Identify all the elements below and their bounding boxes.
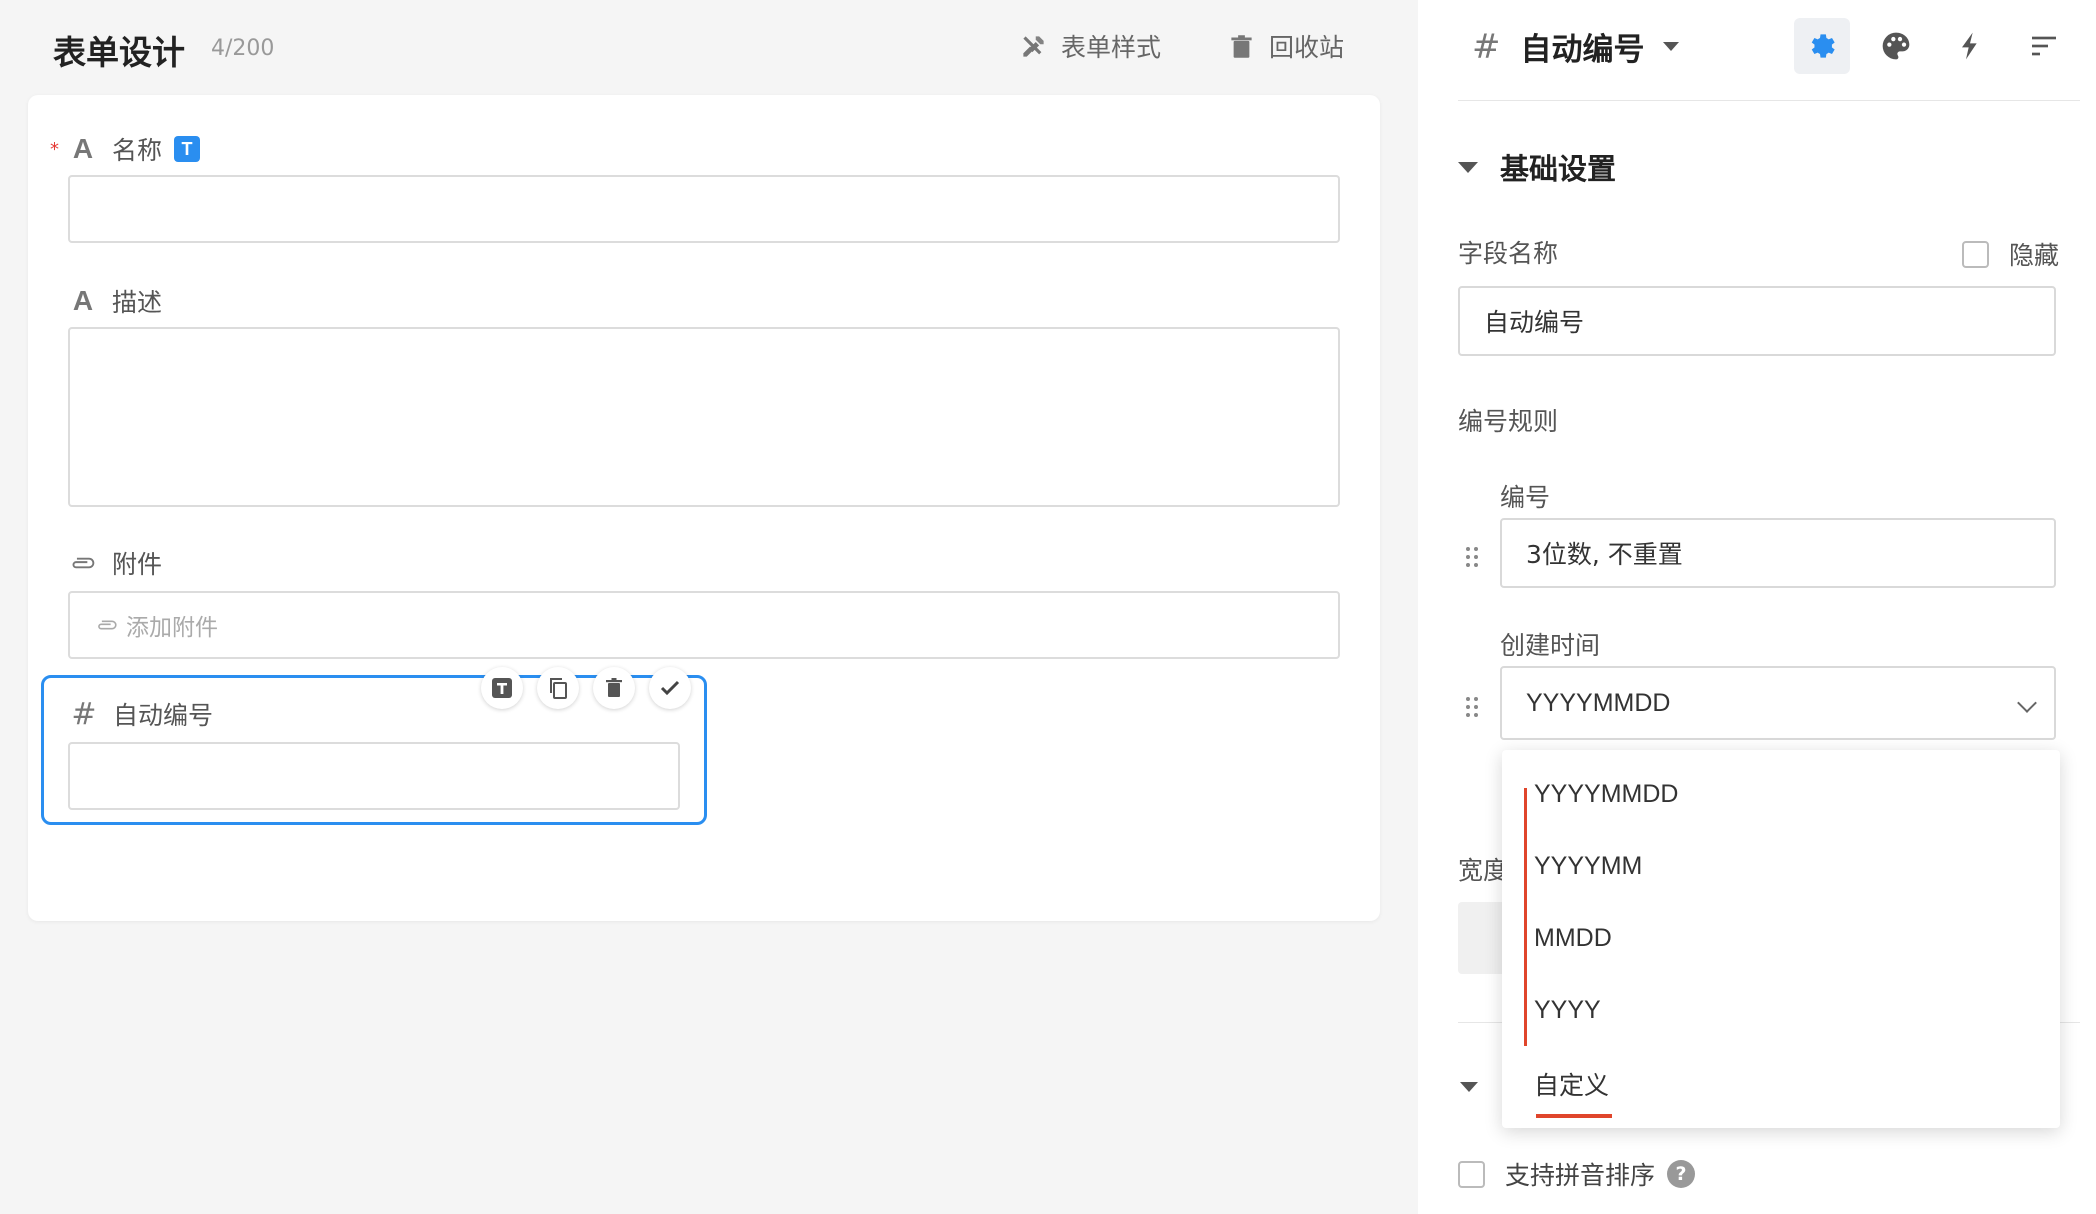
copy-field-button[interactable]	[537, 667, 579, 709]
dropdown-option[interactable]: YYYYMMDD	[1534, 780, 1678, 809]
form-canvas: * A 名称 T A 描述 附件 添加附件 # 自动编号	[28, 95, 1380, 921]
recycle-bin-button[interactable]: 回收站	[1228, 28, 1344, 64]
palette-icon	[1882, 32, 1910, 60]
field-label-text: 名称	[112, 136, 163, 165]
dropdown-option-custom[interactable]: 自定义	[1534, 1066, 1609, 1102]
field-label-name: A 名称 T	[70, 131, 201, 167]
pinyin-sort-option[interactable]: 支持拼音排序 ?	[1458, 1156, 1696, 1192]
app-root: 表单设计 4/200 表单样式 回收站 * A 名称 T A 描述 附件 添加附…	[0, 0, 2096, 1214]
field-count: 4/200	[211, 36, 275, 61]
recycle-bin-label: 回收站	[1269, 33, 1345, 62]
copy-icon	[550, 678, 567, 699]
field-label-text: 附件	[112, 550, 163, 579]
confirm-field-button[interactable]	[649, 667, 691, 709]
hash-icon: #	[71, 696, 97, 732]
required-mark: *	[50, 139, 59, 160]
width-label: 宽度	[1458, 856, 1509, 885]
field-name-label: 字段名称	[1458, 239, 1559, 268]
page-title: 表单设计	[53, 33, 185, 72]
numbering-rule-label: 编号规则	[1458, 407, 1559, 436]
collapse-triangle-icon	[1458, 161, 1478, 173]
attachment-placeholder: 添加附件	[126, 615, 218, 641]
caret-down-icon	[1662, 42, 1679, 51]
field-label-text: 自动编号	[113, 701, 214, 730]
field-label-description: A 描述	[70, 283, 162, 319]
delete-field-button[interactable]	[593, 667, 635, 709]
hash-icon: #	[1472, 26, 1501, 67]
tools-icon	[1023, 35, 1044, 57]
number-label: 编号	[1500, 483, 1551, 512]
annotation-bar	[1524, 788, 1527, 1046]
dropdown-option[interactable]: YYYYMM	[1534, 852, 1642, 881]
tab-style[interactable]	[1868, 18, 1924, 74]
field-type-label: 自动编号	[1520, 32, 1645, 68]
dropdown-option[interactable]: MMDD	[1534, 924, 1612, 953]
panel-tabs	[1794, 18, 2072, 74]
add-attachment-input[interactable]: 添加附件	[68, 591, 1340, 659]
auto-number-input[interactable]	[68, 742, 680, 810]
hide-field-checkbox[interactable]: 隐藏	[1962, 236, 2059, 272]
text-type-icon: A	[72, 285, 94, 316]
created-time-dropdown: YYYYMMDD YYYYMM MMDD YYYY 自定义	[1502, 750, 2060, 1128]
form-designer-area: 表单设计 4/200 表单样式 回收站 * A 名称 T A 描述 附件 添加附…	[0, 0, 1418, 1214]
field-label-auto-number: # 自动编号	[71, 696, 213, 732]
pinyin-label: 支持拼音排序	[1505, 1161, 1656, 1190]
dropdown-option[interactable]: YYYY	[1534, 996, 1601, 1025]
annotation-underline	[1536, 1114, 1612, 1118]
trash-icon	[606, 678, 622, 697]
title-field-badge: T	[174, 136, 201, 162]
tab-automation[interactable]	[1942, 18, 1998, 74]
field-toolbar	[481, 667, 691, 709]
section-basic-settings[interactable]: 基础设置	[1458, 146, 1616, 188]
checkbox-box[interactable]	[1962, 240, 1989, 268]
set-title-button[interactable]	[481, 667, 523, 709]
section-title-text: 基础设置	[1500, 152, 1617, 186]
form-style-label: 表单样式	[1061, 33, 1162, 62]
lightning-icon	[1962, 32, 1977, 60]
field-type-selector[interactable]: # 自动编号	[1472, 24, 1679, 69]
created-time-select[interactable]: YYYYMMDD	[1500, 666, 2056, 740]
field-name-input[interactable]: 自动编号	[1458, 286, 2056, 356]
field-label-attachment: 附件	[70, 545, 162, 581]
text-type-icon: A	[72, 133, 94, 164]
title-t-icon	[492, 678, 512, 698]
paperclip-icon	[98, 620, 117, 630]
checkbox-box[interactable]	[1458, 1160, 1485, 1188]
drag-handle-icon[interactable]	[1466, 697, 1478, 717]
created-time-value: YYYYMMDD	[1526, 688, 1671, 717]
help-icon[interactable]: ?	[1667, 1160, 1696, 1188]
header-divider	[1458, 100, 2080, 101]
tab-sort[interactable]	[2016, 18, 2072, 74]
number-rule-input[interactable]: 3位数, 不重置	[1500, 518, 2056, 588]
trash-icon	[1231, 34, 1252, 58]
form-style-button[interactable]: 表单样式	[1020, 28, 1161, 64]
drag-handle-icon[interactable]	[1466, 547, 1478, 567]
hide-label: 隐藏	[2009, 241, 2060, 270]
collapse-triangle-icon[interactable]	[1460, 1082, 1478, 1092]
name-input[interactable]	[68, 175, 1340, 243]
gear-icon	[1811, 34, 1835, 58]
tab-settings[interactable]	[1794, 18, 1850, 74]
check-icon	[660, 680, 680, 696]
chevron-down-icon	[2017, 693, 2037, 713]
created-time-label: 创建时间	[1500, 631, 1601, 660]
field-label-text: 描述	[112, 288, 163, 317]
sort-lines-icon	[2032, 36, 2056, 56]
paperclip-icon	[70, 554, 96, 572]
description-textarea[interactable]	[68, 327, 1340, 507]
